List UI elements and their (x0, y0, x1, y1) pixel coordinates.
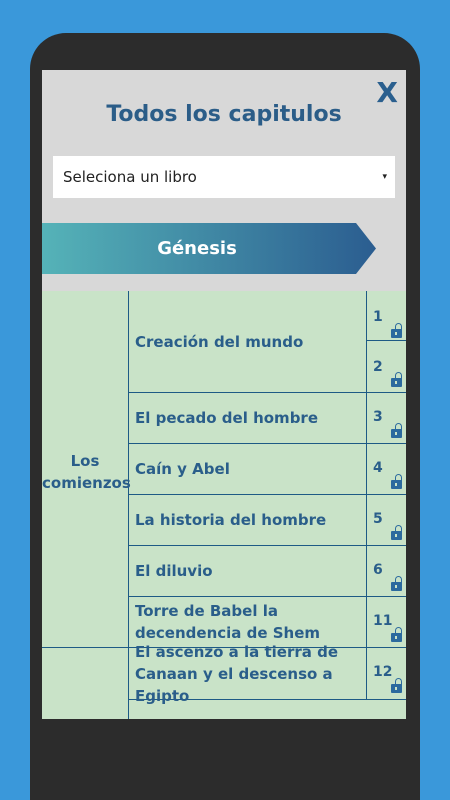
chapter-title: Torre de Babel la decendencia de Shem (135, 602, 321, 642)
page-title: Todos los capitulos (106, 102, 342, 127)
chapter-numbers: 1 2 (366, 291, 406, 392)
chapter-title: La historia del hombre (135, 511, 327, 529)
book-select-value: Seleciona un libro (63, 168, 197, 186)
chapter-number: 12 (373, 664, 393, 680)
chapter-number-cell[interactable]: 3 (367, 393, 406, 443)
chapter-number-cell[interactable]: 12 (367, 648, 406, 699)
book-select[interactable]: Seleciona un libro ▾ (53, 156, 395, 198)
chapter-number: 11 (373, 613, 393, 629)
chapter-title: El diluvio (135, 562, 213, 580)
chapter-row[interactable]: El ascenzo a la tierra de Canaan y el de… (129, 642, 406, 705)
chapter-number-cell[interactable]: 1 (367, 291, 406, 341)
chapter-number-cell[interactable]: 2 (367, 342, 406, 392)
lock-icon (391, 423, 402, 438)
chapter-number: 6 (373, 562, 383, 578)
chapter-row[interactable]: La historia del hombre 5 (129, 495, 406, 546)
chapter-row[interactable]: Caín y Abel 4 (129, 444, 406, 495)
lock-icon (391, 576, 402, 591)
chevron-down-icon: ▾ (382, 172, 387, 182)
lock-icon (391, 474, 402, 489)
section-label: Los comienzos (42, 452, 131, 492)
chapter-number-cell[interactable]: 6 (367, 546, 406, 596)
chapter-title: El ascenzo a la tierra de Canaan y el de… (135, 642, 339, 705)
chapter-title: El pecado del hombre (135, 409, 318, 427)
chapter-numbers: 4 (366, 444, 406, 494)
chapter-number: 3 (373, 409, 383, 425)
chapter-title: Creación del mundo (135, 332, 304, 351)
book-banner: Génesis (42, 223, 376, 274)
section-column: Los comienzos (42, 291, 131, 719)
chapter-numbers: 11 (366, 597, 406, 647)
lock-icon (391, 627, 402, 642)
chapter-number: 2 (373, 359, 383, 375)
chapter-number-cell[interactable]: 4 (367, 444, 406, 494)
chapter-number: 4 (373, 460, 383, 476)
chapters-table: Los comienzos Creación del mundo 1 2 El … (42, 291, 406, 719)
chapter-number-cell[interactable]: 5 (367, 495, 406, 545)
chapter-number-cell[interactable]: 11 (367, 597, 406, 647)
chapter-numbers: 6 (366, 546, 406, 596)
lock-icon (391, 323, 402, 338)
chapter-title: Caín y Abel (135, 460, 230, 478)
lock-icon (391, 678, 402, 693)
chapter-number: 5 (373, 511, 383, 527)
chapter-row[interactable]: El pecado del hombre 3 (129, 393, 406, 444)
banner-label: Génesis (157, 238, 237, 259)
chapter-numbers: 5 (366, 495, 406, 545)
chapter-numbers: 12 (366, 648, 406, 699)
chapter-number: 1 (373, 309, 383, 325)
lock-icon (391, 525, 402, 540)
chapter-row[interactable]: El diluvio 6 (129, 546, 406, 597)
chapters-screen: X Todos los capitulos Seleciona un libro… (42, 70, 406, 719)
chapter-numbers: 3 (366, 393, 406, 443)
lock-icon (391, 372, 402, 387)
section-divider (42, 647, 128, 648)
chapter-row[interactable]: Creación del mundo 1 2 (129, 291, 406, 393)
